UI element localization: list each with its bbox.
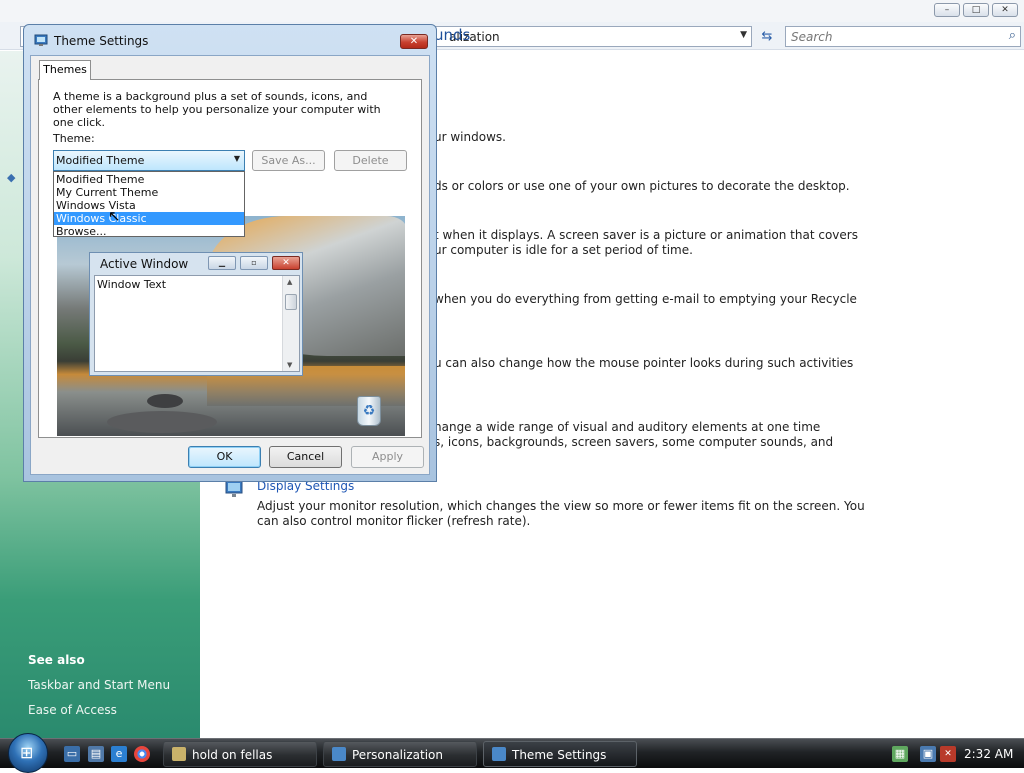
main-text-line: s, icons, backgrounds, screen savers, so…: [434, 435, 834, 449]
themes-tab-panel: A theme is a background plus a set of so…: [38, 79, 422, 438]
internet-explorer-icon[interactable]: e: [111, 746, 127, 762]
delete-button[interactable]: Delete: [334, 150, 407, 171]
save-as-button[interactable]: Save As...: [252, 150, 325, 171]
dialog-body: Themes A theme is a background plus a se…: [30, 55, 430, 475]
taskbar-item-label: Personalization: [352, 748, 443, 762]
main-text-line: ur windows.: [434, 130, 506, 144]
see-also-heading: See also: [28, 653, 85, 667]
search-icon[interactable]: ⌕: [1009, 28, 1016, 43]
preview-minimize-icon: ▁: [208, 256, 236, 270]
preview-active-window: Active Window ▁ ▫ ✕ Window Text ▲ ▼: [89, 252, 303, 376]
main-text-line: hange a wide range of visual and auditor…: [434, 420, 821, 434]
theme-label: Theme:: [53, 132, 95, 145]
folder-icon: [172, 747, 186, 761]
dropdown-option-my-current-theme[interactable]: My Current Theme: [54, 186, 244, 199]
preview-close-icon: ✕: [272, 256, 300, 270]
dialog-title: Theme Settings: [54, 34, 149, 48]
show-desktop-icon[interactable]: ▭: [64, 746, 80, 762]
recycle-bin-icon: ♻: [357, 396, 381, 426]
taskbar-item-personalization[interactable]: Personalization: [323, 741, 477, 767]
scroll-down-icon: ▼: [287, 361, 293, 369]
main-text-line: u can also change how the mouse pointer …: [434, 356, 854, 370]
preview-window-title: Active Window: [100, 257, 189, 271]
cancel-button[interactable]: Cancel: [269, 446, 342, 468]
preview-rock: [147, 394, 183, 408]
sidebar-link-taskbar[interactable]: Taskbar and Start Menu: [28, 678, 170, 692]
chevron-down-icon[interactable]: ▼: [740, 30, 747, 40]
preview-rock: [107, 411, 217, 433]
preview-window-content: Window Text ▲ ▼: [94, 275, 300, 372]
shield-icon: ◆: [7, 171, 16, 184]
theme-select-value: Modified Theme: [56, 154, 145, 167]
network-icon[interactable]: ▣: [920, 746, 936, 762]
main-text-line: ur computer is idle for a set period of …: [434, 243, 693, 257]
start-button[interactable]: ⊞: [8, 733, 48, 773]
preview-window-text: Window Text: [97, 278, 167, 291]
minimize-button[interactable]: –: [934, 3, 960, 17]
scroll-up-icon: ▲: [287, 278, 293, 286]
maximize-button[interactable]: □: [963, 3, 989, 17]
display-settings-icon: [225, 480, 243, 497]
theme-select[interactable]: Modified Theme ▼: [53, 150, 245, 171]
taskbar-item-label: hold on fellas: [192, 748, 273, 762]
preview-maximize-icon: ▫: [240, 256, 268, 270]
ok-button[interactable]: OK: [188, 446, 261, 468]
clock[interactable]: 2:32 AM: [964, 747, 1013, 761]
refresh-icon[interactable]: ⇆: [756, 27, 778, 46]
volume-muted-icon[interactable]: ✕: [940, 746, 956, 762]
switch-windows-icon[interactable]: ▤: [88, 746, 104, 762]
page-heading: unds: [434, 26, 471, 44]
dialog-close-button[interactable]: ✕: [400, 34, 428, 49]
chevron-down-icon[interactable]: ▼: [234, 154, 240, 163]
theme-description: A theme is a background plus a set of so…: [53, 90, 381, 129]
mouse-cursor-icon: ↖: [108, 207, 121, 225]
theme-dropdown-list: Modified Theme My Current Theme Windows …: [53, 171, 245, 238]
main-text-line: ds or colors or use one of your own pict…: [434, 179, 850, 193]
main-text-line: when you do everything from getting e-ma…: [434, 292, 857, 306]
window-titlebar: – □ ✕: [0, 0, 1024, 22]
close-button[interactable]: ✕: [992, 3, 1018, 17]
preview-scroll-thumb: [285, 294, 297, 310]
theme-preview: ♻ Active Window ▁ ▫ ✕ Window Text ▲ ▼: [57, 216, 405, 436]
windows-logo-icon: ⊞: [20, 743, 34, 762]
dropdown-option-windows-vista[interactable]: Windows Vista: [54, 199, 244, 212]
display-settings-desc: Adjust your monitor resolution, which ch…: [257, 499, 865, 513]
tab-themes[interactable]: Themes: [39, 60, 91, 80]
dropdown-option-modified-theme[interactable]: Modified Theme: [54, 173, 244, 186]
security-center-icon[interactable]: ▦: [892, 746, 908, 762]
search-placeholder: Search: [791, 30, 833, 44]
dropdown-option-windows-classic[interactable]: Windows Classic: [54, 212, 244, 225]
dropdown-option-browse[interactable]: Browse...: [54, 225, 244, 238]
display-settings-desc: can also control monitor flicker (refres…: [257, 514, 531, 528]
chrome-icon[interactable]: [134, 746, 150, 762]
control-panel-icon: [332, 747, 346, 761]
theme-settings-icon: [492, 747, 506, 761]
theme-settings-dialog: Theme Settings ✕ Themes A theme is a bac…: [23, 24, 437, 482]
taskbar-item-hold-on-fellas[interactable]: hold on fellas: [163, 741, 317, 767]
main-text-line: t when it displays. A screen saver is a …: [434, 228, 858, 242]
theme-settings-icon: [34, 34, 48, 46]
search-input[interactable]: Search ⌕: [785, 26, 1021, 47]
taskbar-item-theme-settings[interactable]: Theme Settings: [483, 741, 637, 767]
apply-button[interactable]: Apply: [351, 446, 424, 468]
taskbar: ⊞ ▭ ▤ e hold on fellas Personalization T…: [0, 733, 1024, 773]
sidebar-link-ease-of-access[interactable]: Ease of Access: [28, 703, 117, 717]
preview-scrollbar: ▲ ▼: [282, 276, 299, 371]
taskbar-item-label: Theme Settings: [512, 748, 607, 762]
